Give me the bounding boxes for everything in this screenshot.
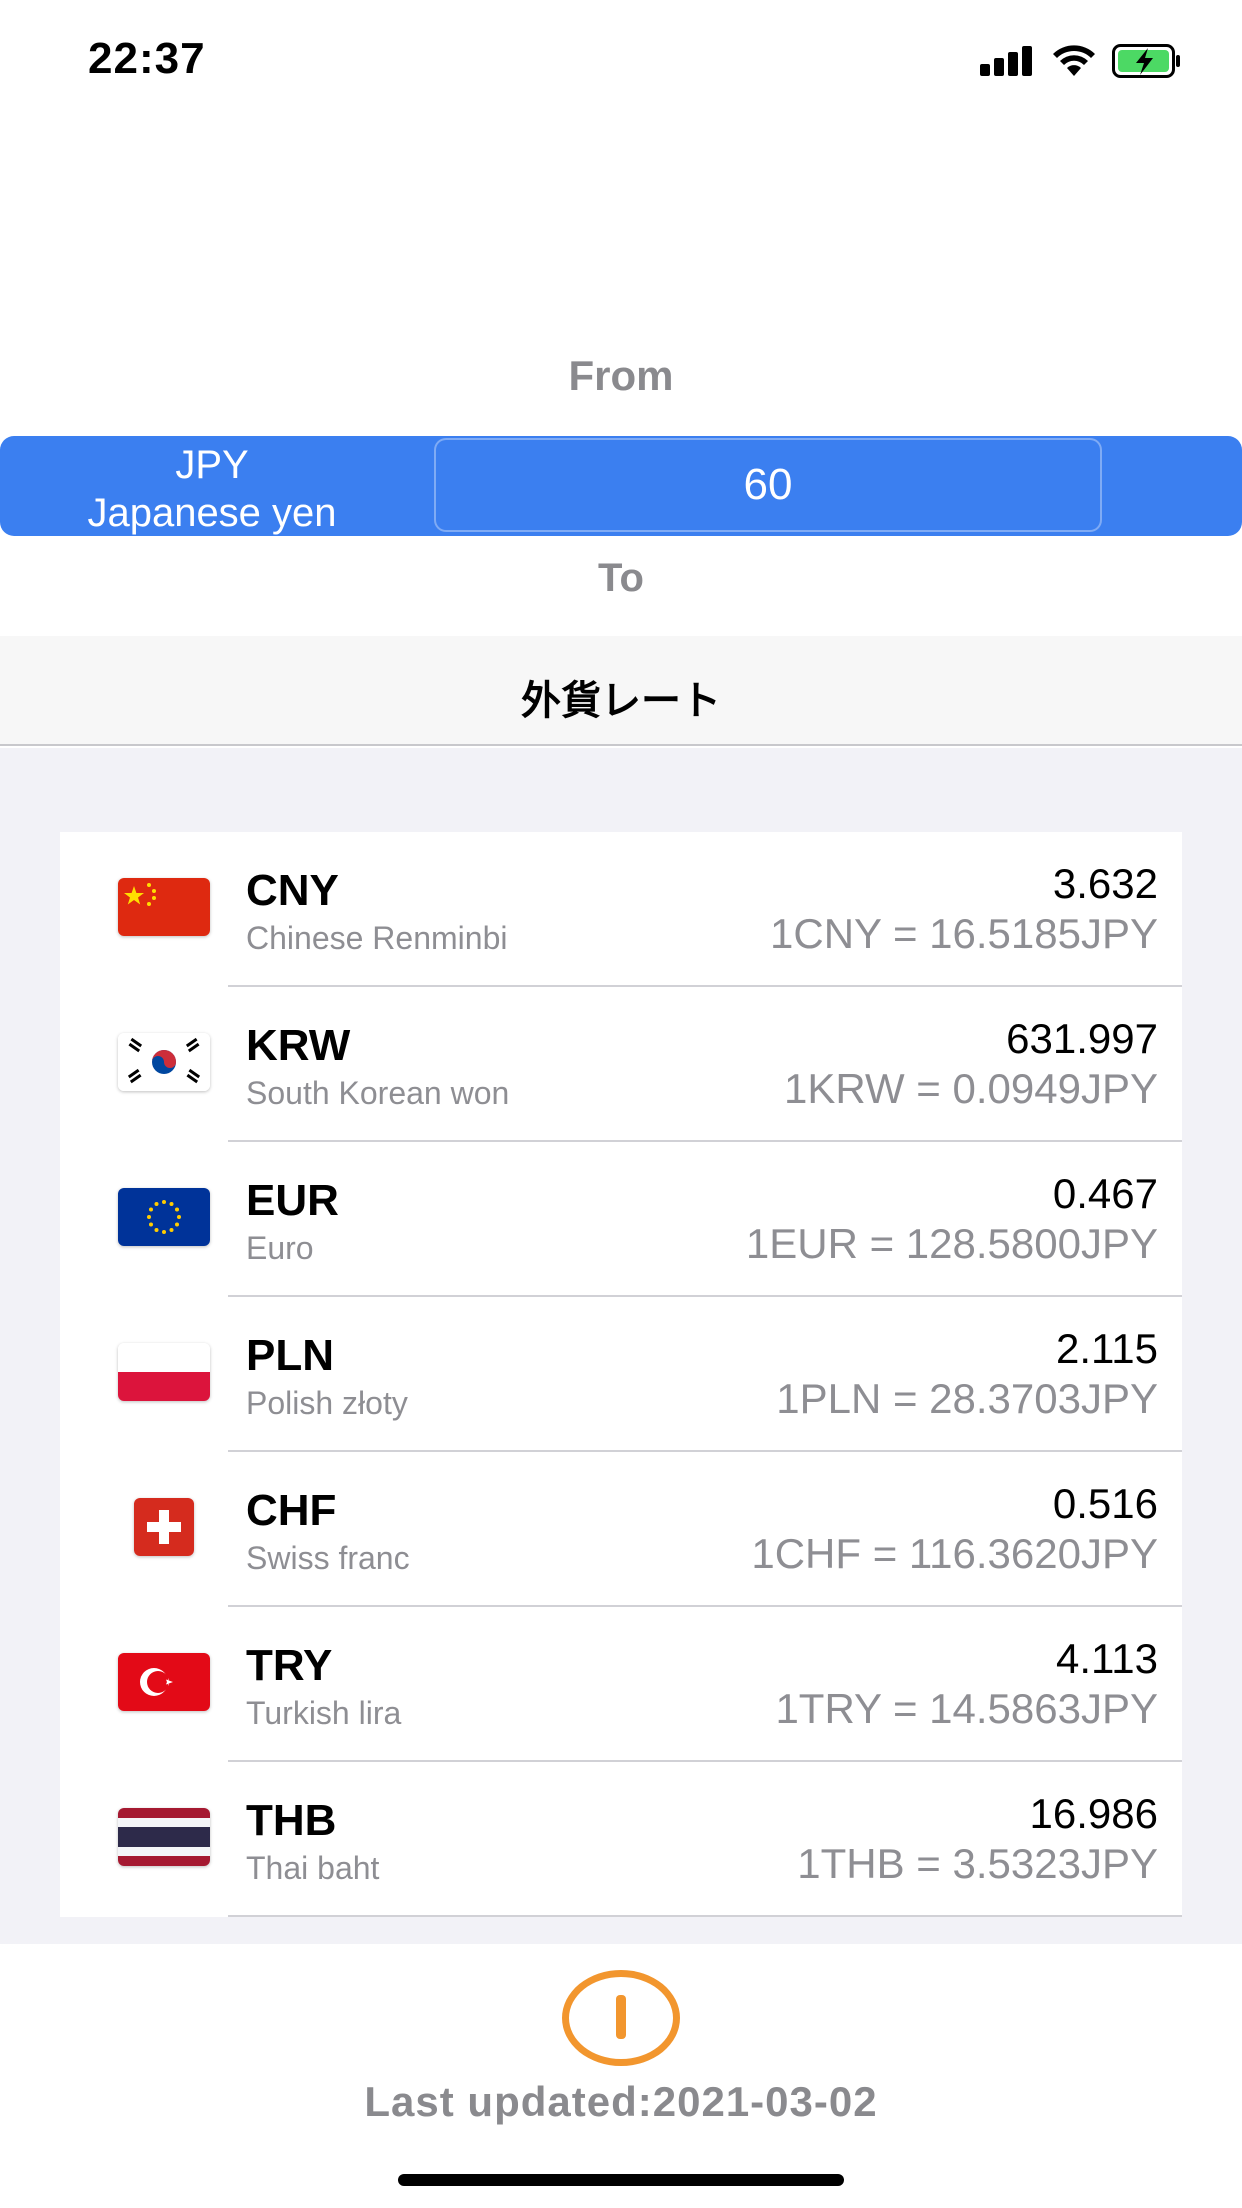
status-time: 22:37	[88, 34, 206, 83]
china-flag-icon	[118, 878, 210, 936]
currency-code: EUR	[246, 1176, 339, 1225]
eu-flag-icon	[118, 1188, 210, 1246]
exchange-rate: 1CNY = 16.5185JPY	[770, 910, 1158, 957]
from-currency-name[interactable]: Japanese yen	[0, 488, 424, 538]
converted-value: 4.113	[1056, 1635, 1158, 1682]
footer: Last updated:2021-03-02	[0, 1944, 1242, 2208]
exchange-rate: 1CHF = 116.3620JPY	[751, 1530, 1158, 1577]
currency-name: South Korean won	[246, 1075, 510, 1111]
from-currency-code[interactable]: JPY	[0, 440, 424, 490]
rate-row-chf[interactable]: CHF Swiss franc 0.516 1CHF = 116.3620JPY	[60, 1452, 1182, 1607]
exchange-rate: 1EUR = 128.5800JPY	[745, 1220, 1158, 1267]
cellular-signal-icon	[980, 46, 1036, 76]
currency-code: TRY	[246, 1641, 333, 1690]
rate-row-eur[interactable]: EUR Euro 0.467 1EUR = 128.5800JPY	[60, 1142, 1182, 1297]
converted-value: 631.997	[1006, 1015, 1158, 1062]
rate-row-pln[interactable]: PLN Polish złoty 2.115 1PLN = 28.3703JPY	[60, 1297, 1182, 1452]
converted-value: 3.632	[1052, 860, 1158, 907]
currency-code: KRW	[246, 1021, 351, 1070]
south-korea-flag-icon	[118, 1033, 210, 1091]
exchange-rate: 1KRW = 0.0949JPY	[784, 1065, 1158, 1112]
currency-code: CHF	[246, 1486, 337, 1535]
home-indicator[interactable]	[398, 2174, 844, 2186]
section-header: 外貨レート	[0, 636, 1242, 746]
rate-row-krw[interactable]: KRW South Korean won 631.997 1KRW = 0.09…	[60, 987, 1182, 1142]
battery-charging-icon	[1112, 44, 1182, 78]
turkey-flag-icon	[118, 1653, 210, 1711]
from-label: From	[568, 352, 674, 399]
to-label: To	[598, 556, 644, 600]
wifi-icon	[1050, 42, 1098, 78]
section-title: 外貨レート	[521, 678, 721, 724]
exchange-rate: 1TRY = 14.5863JPY	[775, 1685, 1158, 1732]
exchange-rate: 1THB = 3.5323JPY	[797, 1840, 1158, 1887]
currency-name: Euro	[246, 1230, 314, 1266]
converted-value: 2.115	[1056, 1325, 1158, 1372]
rates-list[interactable]: CNY Chinese Renminbi 3.632 1CNY = 16.518…	[0, 748, 1242, 1944]
currency-name: Polish złoty	[246, 1385, 408, 1421]
rate-row-thb[interactable]: THB Thai baht 16.986 1THB = 3.5323JPY	[60, 1762, 1182, 1917]
currency-name: Chinese Renminbi	[246, 920, 508, 956]
converted-value: 16.986	[1029, 1790, 1158, 1837]
status-bar: 22:37	[0, 0, 1242, 120]
rate-row-cny[interactable]: CNY Chinese Renminbi 3.632 1CNY = 16.518…	[60, 832, 1182, 987]
info-icon[interactable]	[562, 1970, 680, 2066]
currency-name: Swiss franc	[246, 1540, 410, 1576]
row-divider	[228, 1915, 1182, 1917]
switzerland-flag-icon	[134, 1498, 194, 1556]
converted-value: 0.516	[1052, 1480, 1158, 1527]
last-updated-label: Last updated:2021-03-02	[364, 2078, 878, 2125]
rates-card: CNY Chinese Renminbi 3.632 1CNY = 16.518…	[60, 832, 1182, 1917]
exchange-rate: 1PLN = 28.3703JPY	[776, 1375, 1158, 1422]
currency-name: Turkish lira	[246, 1695, 402, 1731]
currency-name: Thai baht	[246, 1850, 380, 1886]
rate-row-try[interactable]: TRY Turkish lira 4.113 1TRY = 14.5863JPY	[60, 1607, 1182, 1762]
poland-flag-icon	[118, 1343, 210, 1401]
amount-input[interactable]: 60	[434, 438, 1102, 532]
thailand-flag-icon	[118, 1808, 210, 1866]
currency-code: PLN	[246, 1331, 334, 1380]
currency-code: CNY	[246, 866, 339, 915]
converted-value: 0.467	[1052, 1170, 1158, 1217]
currency-code: THB	[246, 1796, 337, 1845]
